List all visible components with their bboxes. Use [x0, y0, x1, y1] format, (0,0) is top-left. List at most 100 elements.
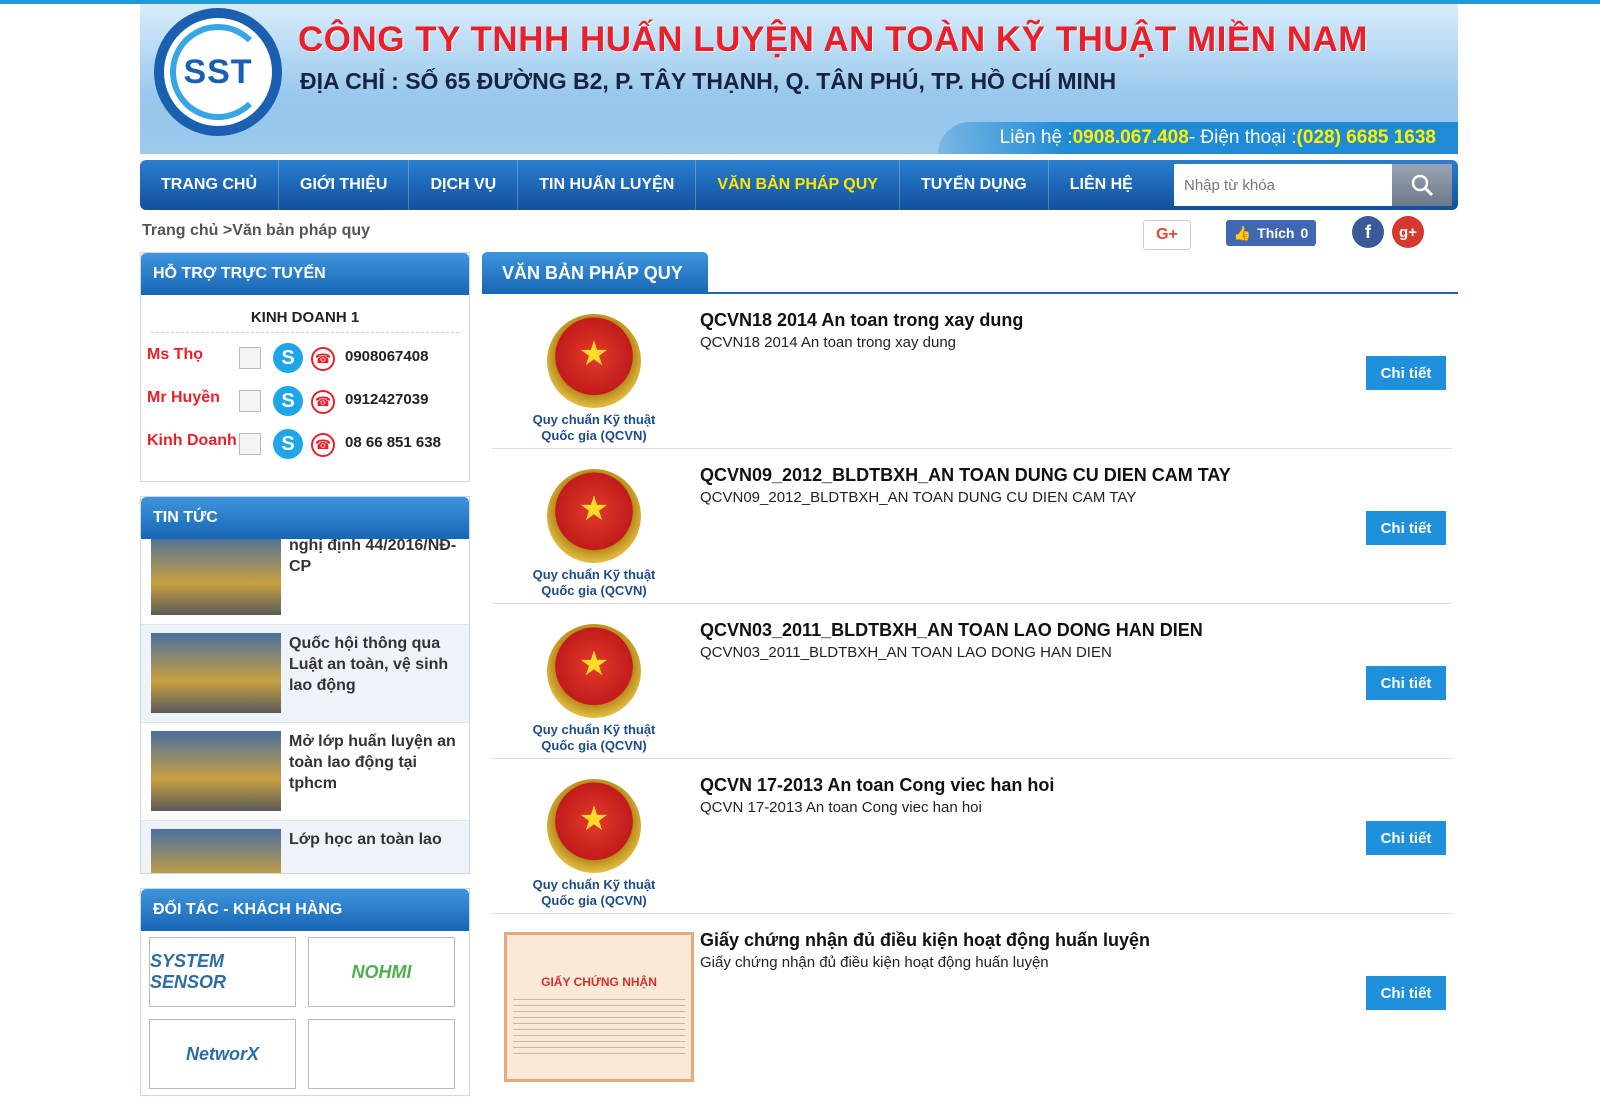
- contact-phone: (028) 6685 1638: [1296, 127, 1436, 148]
- nav-training-news[interactable]: TIN HUẤN LUYỆN: [518, 160, 697, 210]
- search-input[interactable]: [1174, 164, 1392, 206]
- main-section-tab: VĂN BẢN PHÁP QUY: [482, 252, 708, 294]
- partners-heading: ĐỐI TÁC - KHÁCH HÀNG: [141, 889, 469, 931]
- broken-image-icon: [239, 347, 261, 369]
- nav-recruitment[interactable]: TUYỂN DỤNG: [900, 160, 1049, 210]
- main-tab-row: VĂN BẢN PHÁP QUY: [482, 252, 1458, 294]
- document-summary: QCVN09_2012_BLDTBXH_AN TOAN DUNG CU DIEN…: [700, 489, 1137, 506]
- document-summary: QCVN 17-2013 An toan Cong viec han hoi: [700, 799, 982, 816]
- document-summary: QCVN03_2011_BLDTBXH_AN TOAN LAO DONG HAN…: [700, 644, 1112, 661]
- search-box: [1174, 164, 1452, 206]
- national-emblem[interactable]: ★ Quy chuẩn Kỹ thuật Quốc gia (QCVN): [522, 624, 666, 754]
- partner-logo[interactable]: NOHMI: [308, 937, 455, 1007]
- document-summary: Giấy chứng nhận đủ điều kiện hoạt động h…: [700, 954, 1049, 971]
- logo-text: SST: [183, 52, 253, 91]
- news-title: Mở lớp huấn luyện an toàn lao động tại t…: [289, 733, 456, 792]
- national-emblem[interactable]: ★ Quy chuẩn Kỹ thuật Quốc gia (QCVN): [522, 469, 666, 599]
- nav-about[interactable]: GIỚI THIỆU: [279, 160, 410, 210]
- emblem-icon: ★: [547, 469, 641, 563]
- document-item: ★ Quy chuẩn Kỹ thuật Quốc gia (QCVN) QCV…: [492, 449, 1452, 604]
- contact-name: Ms Thọ: [147, 346, 203, 363]
- document-title[interactable]: QCVN18 2014 An toan trong xay dung: [700, 310, 1023, 331]
- gplus-share-button[interactable]: G+: [1143, 220, 1191, 250]
- contact-phone: 08 66 851 638: [345, 434, 441, 451]
- skype-icon[interactable]: S: [273, 429, 303, 459]
- document-title[interactable]: QCVN 17-2013 An toan Cong viec han hoi: [700, 775, 1054, 796]
- main-content: VĂN BẢN PHÁP QUY ★ Quy chuẩn Kỹ thuật Qu…: [482, 252, 1458, 1082]
- contact-name: Mr Huyền: [147, 389, 220, 406]
- support-contact: Kinh Doanh S ☎ 08 66 851 638: [141, 419, 469, 481]
- partners-box: ĐỐI TÁC - KHÁCH HÀNG SYSTEM SENSOR NOHMI…: [140, 888, 470, 1096]
- document-item: ★ Quy chuẩn Kỹ thuật Quốc gia (QCVN) QCV…: [492, 294, 1452, 449]
- support-group: KINH DOANH 1: [151, 295, 459, 333]
- company-logo[interactable]: SST: [154, 8, 282, 136]
- nav-home[interactable]: TRANG CHỦ: [140, 160, 279, 210]
- skype-icon[interactable]: S: [273, 343, 303, 373]
- nav-services[interactable]: DỊCH VỤ: [409, 160, 519, 210]
- detail-button[interactable]: Chi tiết: [1366, 821, 1446, 855]
- phone-icon: ☎: [311, 347, 335, 371]
- news-item[interactable]: Mở lớp huấn luyện an toàn lao động tại t…: [141, 723, 469, 821]
- news-title: Quốc hội thông qua Luật an toàn, vệ sinh…: [289, 635, 449, 694]
- search-icon: [1411, 174, 1434, 197]
- emblem-icon: ★: [547, 624, 641, 718]
- news-thumbnail: [151, 539, 281, 615]
- national-emblem[interactable]: ★ Quy chuẩn Kỹ thuật Quốc gia (QCVN): [522, 779, 666, 909]
- document-item: ★ Quy chuẩn Kỹ thuật Quốc gia (QCVN) QCV…: [492, 759, 1452, 914]
- national-emblem[interactable]: ★ Quy chuẩn Kỹ thuật Quốc gia (QCVN): [522, 314, 666, 444]
- partner-logo[interactable]: SYSTEM SENSOR: [149, 937, 296, 1007]
- page-wrapper: SST CÔNG TY TNHH HUẤN LUYỆN AN TOÀN KỸ T…: [140, 4, 1458, 252]
- detail-button[interactable]: Chi tiết: [1366, 976, 1446, 1010]
- news-thumbnail: [151, 633, 281, 713]
- broken-image-icon: [239, 390, 261, 412]
- detail-button[interactable]: Chi tiết: [1366, 511, 1446, 545]
- skype-icon[interactable]: S: [273, 386, 303, 416]
- like-label: Thích: [1257, 225, 1295, 241]
- nav-contact[interactable]: LIÊN HỆ: [1049, 160, 1154, 210]
- breadcrumb-separator: >: [218, 222, 233, 239]
- facebook-like-button[interactable]: 👍 Thích 0: [1226, 220, 1316, 246]
- header-banner: SST CÔNG TY TNHH HUẤN LUYỆN AN TOÀN KỸ T…: [140, 4, 1458, 154]
- news-scroller: nghị định 44/2016/NĐ-CP Quốc hội thông q…: [141, 539, 469, 873]
- main-nav: TRANG CHỦ GIỚI THIỆU DỊCH VỤ TIN HUẤN LU…: [140, 160, 1458, 210]
- news-item[interactable]: Quốc hội thông qua Luật an toàn, vệ sinh…: [141, 625, 469, 723]
- news-thumbnail: [151, 829, 281, 873]
- news-title: Lớp học an toàn lao: [289, 831, 442, 848]
- sidebar: HỖ TRỢ TRỰC TUYẾN KINH DOANH 1 Ms Thọ S …: [140, 252, 470, 1110]
- document-title[interactable]: Giấy chứng nhận đủ điều kiện hoạt động h…: [700, 930, 1150, 951]
- certificate-title: GIẤY CHỨNG NHẬN: [541, 975, 657, 989]
- document-title[interactable]: QCVN03_2011_BLDTBXH_AN TOAN LAO DONG HAN…: [700, 620, 1203, 641]
- breadcrumb-home[interactable]: Trang chủ: [142, 222, 218, 239]
- document-title[interactable]: QCVN09_2012_BLDTBXH_AN TOAN DUNG CU DIEN…: [700, 465, 1231, 486]
- support-heading: HỖ TRỢ TRỰC TUYẾN: [141, 253, 469, 295]
- google-plus-icon[interactable]: g+: [1392, 216, 1424, 248]
- news-item[interactable]: nghị định 44/2016/NĐ-CP: [141, 539, 469, 625]
- nav-regulations[interactable]: VĂN BẢN PHÁP QUY: [696, 160, 900, 210]
- online-support-box: HỖ TRỢ TRỰC TUYẾN KINH DOANH 1 Ms Thọ S …: [140, 252, 470, 482]
- document-item: GIẤY CHỨNG NHẬN Giấy chứng nhận đủ điều …: [492, 914, 1452, 1082]
- emblem-icon: ★: [547, 779, 641, 873]
- contact-mobile: 0908.067.408: [1072, 127, 1189, 148]
- breadcrumb: Trang chủ >Văn bản pháp quy: [142, 222, 370, 240]
- document-item: ★ Quy chuẩn Kỹ thuật Quốc gia (QCVN) QCV…: [492, 604, 1452, 759]
- phone-icon: ☎: [311, 390, 335, 414]
- detail-button[interactable]: Chi tiết: [1366, 666, 1446, 700]
- news-heading: TIN TỨC: [141, 497, 469, 539]
- support-contact: Mr Huyền S ☎ 0912427039: [141, 376, 469, 419]
- certificate-thumbnail[interactable]: GIẤY CHỨNG NHẬN: [504, 932, 694, 1082]
- support-contact: Ms Thọ S ☎ 0908067408: [141, 333, 469, 376]
- news-box: TIN TỨC nghị định 44/2016/NĐ-CP Quốc hội…: [140, 496, 470, 874]
- broken-image-icon: [239, 433, 261, 455]
- facebook-icon[interactable]: f: [1352, 216, 1384, 248]
- detail-button[interactable]: Chi tiết: [1366, 356, 1446, 390]
- phone-icon: ☎: [311, 433, 335, 457]
- partners-grid: SYSTEM SENSOR NOHMI NetworX: [141, 931, 469, 1095]
- partner-logo[interactable]: [308, 1019, 455, 1089]
- news-item[interactable]: Lớp học an toàn lao: [141, 821, 469, 873]
- search-button[interactable]: [1392, 164, 1452, 206]
- news-thumbnail: [151, 731, 281, 811]
- partner-logo[interactable]: NetworX: [149, 1019, 296, 1089]
- contact-name: Kinh Doanh: [147, 432, 237, 449]
- company-name: CÔNG TY TNHH HUẤN LUYỆN AN TOÀN KỸ THUẬT…: [298, 20, 1368, 59]
- contact-label: Liên hệ :: [999, 127, 1073, 148]
